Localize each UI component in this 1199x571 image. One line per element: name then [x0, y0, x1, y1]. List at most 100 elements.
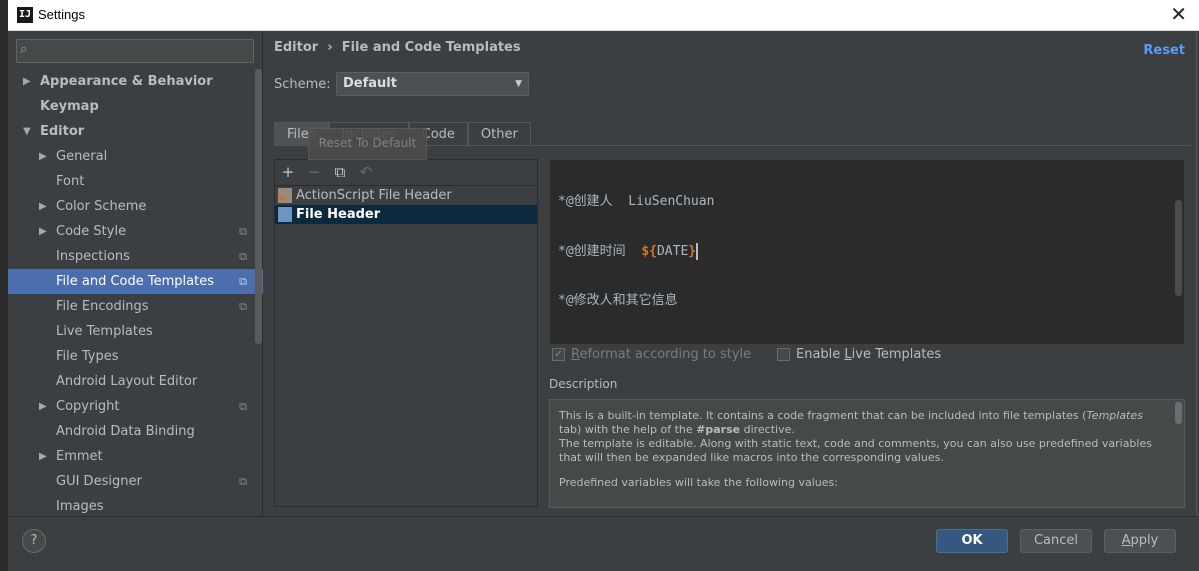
actionscript-file-icon: AS	[278, 188, 292, 203]
sidebar-item-label: Font	[56, 174, 85, 189]
chevron-down-icon[interactable]: ▼	[23, 119, 31, 144]
sidebar-item-file-encodings[interactable]: File Encodings ⧉	[8, 294, 263, 319]
sidebar-item-file-and-code-templates[interactable]: File and Code Templates ⧉	[8, 269, 263, 294]
sidebar-item-label: Images	[56, 499, 104, 514]
sidebar-item-label: Live Templates	[56, 324, 153, 339]
sidebar-item-android-layout-editor[interactable]: Android Layout Editor	[8, 369, 263, 394]
list-item-label: ActionScript File Header	[296, 188, 452, 203]
sidebar-item-copyright[interactable]: ▶ Copyright ⧉	[8, 394, 263, 419]
list-item-label: File Header	[296, 207, 381, 222]
text-caret	[696, 243, 699, 260]
chevron-right-icon[interactable]: ▶	[39, 444, 47, 469]
sidebar-item-label: Android Layout Editor	[56, 374, 198, 389]
enable-live-templates-label: Enable Live Templates	[796, 347, 942, 362]
sidebar-item-general[interactable]: ▶ General	[8, 144, 263, 169]
reset-link[interactable]: Reset	[1143, 43, 1185, 58]
sidebar-item-label: File Encodings	[56, 299, 149, 314]
scheme-label: Scheme:	[274, 77, 331, 92]
description-paragraph: Predefined variables will take the follo…	[559, 476, 838, 489]
list-item-file-header[interactable]: File Header	[275, 205, 537, 224]
close-icon[interactable]: ✕	[1170, 2, 1187, 26]
macro-open: ${	[641, 244, 657, 259]
chevron-right-icon[interactable]: ▶	[39, 219, 47, 244]
code-line: *@修改人和其它信息	[558, 293, 678, 308]
code-line: *@创建人 LiuSenChuan	[558, 194, 715, 209]
sidebar-item-color-scheme[interactable]: ▶ Color Scheme	[8, 194, 263, 219]
sidebar-item-label: Color Scheme	[56, 199, 147, 214]
sidebar-item-label: Inspections	[56, 249, 130, 264]
settings-sidebar: ⌕ ▶ Appearance & Behavior Keymap ▼ Edito…	[8, 31, 263, 516]
dialog-button-bar: ? OK Cancel Apply	[8, 516, 1197, 565]
sidebar-item-label: Editor	[40, 124, 85, 139]
sidebar-item-font[interactable]: Font	[8, 169, 263, 194]
sidebar-item-label: Appearance & Behavior	[40, 74, 213, 89]
template-editor[interactable]: *@创建人 LiuSenChuan *@创建时间 ${DATE} *@修改人和其…	[549, 159, 1185, 345]
sidebar-item-keymap[interactable]: Keymap	[8, 94, 263, 119]
project-scope-icon: ⧉	[239, 475, 247, 488]
settings-content: Editor › File and Code Templates Reset S…	[264, 31, 1197, 516]
reformat-label: Reformat according to style	[571, 347, 752, 362]
project-scope-icon: ⧉	[239, 400, 247, 413]
cancel-button[interactable]: Cancel	[1020, 529, 1092, 553]
enable-live-templates-checkbox[interactable]: Enable Live Templates	[777, 347, 941, 362]
ok-button[interactable]: OK	[936, 529, 1008, 553]
template-list-panel: + − ⧉ ↶ AS ActionScript File Header File…	[274, 159, 538, 507]
chevron-right-icon[interactable]: ▶	[39, 394, 47, 419]
code-line: *@创建时间 ${DATE}	[558, 240, 699, 260]
tab-other[interactable]: Other	[467, 122, 531, 145]
project-scope-icon: ⧉	[239, 300, 247, 313]
apply-button[interactable]: Apply	[1104, 529, 1176, 553]
sidebar-item-android-data-binding[interactable]: Android Data Binding	[8, 419, 263, 444]
description-paragraph: This is a built-in template. It contains…	[559, 409, 1152, 464]
settings-tree: ▶ Appearance & Behavior Keymap ▼ Editor …	[8, 69, 263, 519]
sidebar-item-emmet[interactable]: ▶ Emmet	[8, 444, 263, 469]
breadcrumb-page: File and Code Templates	[341, 40, 521, 55]
remove-icon[interactable]: −	[304, 162, 324, 182]
sidebar-item-code-style[interactable]: ▶ Code Style ⧉	[8, 219, 263, 244]
sidebar-item-gui-designer[interactable]: GUI Designer ⧉	[8, 469, 263, 494]
description-box: This is a built-in template. It contains…	[549, 399, 1185, 508]
search-icon: ⌕	[20, 42, 28, 57]
title-bar: IJ Settings ✕	[8, 0, 1199, 31]
chevron-right-icon[interactable]: ▶	[39, 144, 47, 169]
sidebar-item-live-templates[interactable]: Live Templates	[8, 319, 263, 344]
sidebar-item-label: Copyright	[56, 399, 120, 414]
sidebar-item-editor[interactable]: ▼ Editor	[8, 119, 263, 144]
sidebar-scrollbar[interactable]	[255, 69, 262, 344]
reset-to-default-tooltip: Reset To Default	[308, 128, 427, 160]
description-label: Description	[549, 377, 618, 391]
reformat-checkbox[interactable]: ✓ Reformat according to style	[552, 347, 751, 362]
chevron-right-icon[interactable]: ▶	[23, 69, 31, 94]
sidebar-item-label: File and Code Templates	[56, 274, 214, 289]
list-item-actionscript-file-header[interactable]: AS ActionScript File Header	[275, 186, 537, 205]
sidebar-item-inspections[interactable]: Inspections ⧉	[8, 244, 263, 269]
intellij-icon: IJ	[17, 7, 33, 23]
sidebar-item-label: Emmet	[56, 449, 103, 464]
window-title: Settings	[38, 7, 85, 22]
settings-dialog: ⌕ ▶ Appearance & Behavior Keymap ▼ Edito…	[8, 31, 1197, 565]
sidebar-item-appearance[interactable]: ▶ Appearance & Behavior	[8, 69, 263, 94]
breadcrumb-root: Editor	[274, 40, 319, 55]
template-toolbar: + − ⧉ ↶	[275, 160, 537, 186]
sidebar-item-label: GUI Designer	[56, 474, 142, 489]
scheme-select[interactable]: Default ▼	[336, 72, 529, 96]
file-icon	[278, 207, 292, 222]
sidebar-item-label: Android Data Binding	[56, 424, 195, 439]
description-scrollbar[interactable]	[1175, 402, 1182, 424]
reset-to-default-icon[interactable]: ↶	[356, 162, 376, 182]
add-icon[interactable]: +	[278, 162, 298, 182]
sidebar-item-file-types[interactable]: File Types	[8, 344, 263, 369]
project-scope-icon: ⧉	[239, 225, 247, 238]
macro-name: DATE	[656, 244, 689, 259]
breadcrumb-separator: ›	[327, 40, 333, 55]
help-button[interactable]: ?	[22, 529, 46, 553]
checkmark-icon: ✓	[552, 348, 565, 361]
editor-scrollbar[interactable]	[1175, 200, 1182, 296]
background-window-edge	[0, 0, 8, 571]
search-input[interactable]: ⌕	[16, 39, 254, 63]
chevron-right-icon[interactable]: ▶	[39, 194, 47, 219]
copy-icon[interactable]: ⧉	[330, 162, 350, 182]
scheme-value: Default	[343, 76, 397, 91]
chevron-down-icon: ▼	[515, 79, 522, 89]
macro-close: }	[688, 244, 697, 259]
